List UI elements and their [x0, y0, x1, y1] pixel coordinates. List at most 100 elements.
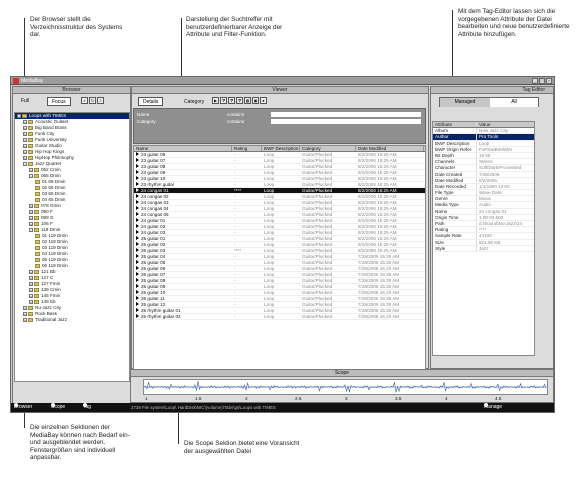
tag-value[interactable]: 24 congas 01 — [477, 209, 534, 214]
tag-value[interactable]: New Jazz City — [477, 128, 534, 133]
expand-icon[interactable]: + — [29, 287, 33, 292]
full-button[interactable]: Full — [17, 97, 33, 106]
play-triangle-icon[interactable] — [136, 176, 139, 180]
expand-icon[interactable]: − — [17, 113, 21, 118]
play-triangle-icon[interactable] — [136, 224, 139, 228]
tag-value[interactable]: Wave Data — [477, 190, 534, 195]
table-row[interactable]: 25 rhythm guitar 02 - Loop Guitar/Plucked 7/… — [134, 314, 425, 320]
play-triangle-icon[interactable] — [136, 230, 139, 234]
expand-icon[interactable]: + — [23, 311, 27, 316]
play-triangle-icon[interactable] — [136, 218, 139, 222]
results-list[interactable]: Name Rating BWF Description Category Date Mo… — [133, 145, 426, 395]
grid-icon[interactable]: ▦ — [244, 97, 251, 104]
tag-value[interactable]: Loop — [477, 141, 534, 146]
play-triangle-icon[interactable] — [136, 170, 139, 174]
expand-icon[interactable]: + — [23, 149, 27, 154]
column-header[interactable]: Name — [134, 146, 232, 151]
options-icon[interactable]: ≡ — [97, 97, 104, 104]
play-triangle-icon[interactable] — [136, 182, 139, 186]
play-triangle-icon[interactable] — [136, 278, 139, 282]
tag-table[interactable]: Attribute Value Album New Jazz City Author… — [432, 121, 535, 356]
tab-all[interactable]: All — [490, 98, 538, 107]
play-triangle-icon[interactable] — [136, 188, 139, 192]
filter-icon[interactable]: ⧩ — [220, 97, 227, 104]
play-triangle-icon[interactable] — [136, 248, 139, 252]
tag-value[interactable]: 921.60 KB — [477, 240, 534, 245]
play-triangle-icon[interactable] — [136, 284, 139, 288]
tag-value[interactable]: Jazz — [477, 246, 534, 251]
tag-value[interactable]: **** — [477, 227, 534, 232]
tree-item[interactable]: + Traditional Jazz — [15, 317, 129, 323]
tag-value[interactable]: Stereo — [477, 159, 534, 164]
col-value[interactable]: Value — [477, 122, 534, 127]
expand-icon[interactable]: + — [29, 281, 33, 286]
tag-value[interactable]: 8/2/2006 — [477, 178, 534, 183]
filter-value-input[interactable] — [271, 112, 421, 117]
play-icon[interactable]: ▶ — [212, 97, 219, 104]
play-triangle-icon[interactable] — [136, 290, 139, 294]
play-triangle-icon[interactable] — [136, 266, 139, 270]
expand-icon[interactable]: + — [29, 215, 33, 220]
focus-button[interactable]: Focus — [47, 97, 71, 106]
filter2-icon[interactable]: ⧩ — [228, 97, 235, 104]
scope-waveform[interactable] — [143, 379, 548, 395]
expand-icon[interactable]: + — [29, 275, 33, 280]
play-triangle-icon[interactable] — [136, 272, 139, 276]
filter-operator[interactable]: contains — [227, 118, 267, 125]
tag-value[interactable]: 1/1/1900 12:00 — [477, 184, 534, 189]
expand-icon[interactable]: + — [23, 155, 27, 160]
play-triangle-icon[interactable] — [136, 296, 139, 300]
filter-operator[interactable]: contains — [227, 111, 267, 118]
play-triangle-icon[interactable] — [136, 308, 139, 312]
expand-icon[interactable]: + — [23, 137, 27, 142]
filter-row[interactable]: Name contains — [134, 111, 425, 118]
expand-icon[interactable]: + — [29, 203, 33, 208]
play-triangle-icon[interactable] — [136, 314, 139, 318]
expand-icon[interactable]: + — [23, 317, 27, 322]
play-triangle-icon[interactable] — [136, 206, 139, 210]
expand-icon[interactable]: + — [29, 269, 33, 274]
expand-icon[interactable]: + — [29, 221, 33, 226]
expand-icon[interactable]: + — [29, 293, 33, 298]
filter-field[interactable]: Category — [137, 118, 227, 125]
tag-value[interactable]: 7/28/2006 — [477, 172, 534, 177]
expand-icon[interactable]: + — [23, 119, 27, 124]
filter-field[interactable]: Name — [137, 111, 227, 118]
refresh-icon[interactable]: ↻ — [89, 97, 96, 104]
play-triangle-icon[interactable] — [136, 152, 139, 156]
play-triangle-icon[interactable] — [136, 242, 139, 246]
tag-value[interactable]: 1:00:03.600 — [477, 215, 534, 220]
column-header[interactable]: Date Modified — [356, 146, 424, 151]
tag-value[interactable]: d:\Sound\Nu-Jazz\24 — [477, 221, 534, 226]
play-triangle-icon[interactable] — [136, 158, 139, 162]
play-triangle-icon[interactable] — [136, 194, 139, 198]
expand-icon[interactable]: + — [29, 209, 33, 214]
expand-icon[interactable]: + — [23, 131, 27, 136]
info-icon[interactable]: ● — [260, 97, 267, 104]
play-triangle-icon[interactable] — [136, 260, 139, 264]
expand-icon[interactable]: − — [29, 173, 33, 178]
column-header[interactable]: BWF Description — [262, 146, 300, 151]
play-triangle-icon[interactable] — [136, 164, 139, 168]
tag-value[interactable]: Pro Tools — [477, 134, 534, 139]
expand-icon[interactable]: + — [29, 167, 33, 172]
tag-value[interactable]: FxPSwiBmW3N — [477, 147, 534, 152]
expand-icon[interactable]: + — [23, 125, 27, 130]
filter-row[interactable]: Category contains — [134, 118, 425, 125]
expand-icon[interactable]: − — [23, 161, 27, 166]
column-header[interactable]: Rating — [232, 146, 262, 151]
browser-tree[interactable]: − Loops with TIMES + Acoustic Guitars + Big B… — [14, 112, 130, 382]
play-triangle-icon[interactable] — [136, 302, 139, 306]
tag-value[interactable]: 44100 — [477, 233, 534, 238]
tag-value[interactable]: 16 bit — [477, 153, 534, 158]
filter3-icon[interactable]: ⧩ — [236, 97, 243, 104]
expand-icon[interactable]: − — [29, 227, 33, 232]
minimize-icon[interactable]: _ — [532, 78, 538, 84]
tag-value[interactable]: Music — [477, 196, 534, 201]
play-triangle-icon[interactable] — [136, 200, 139, 204]
close-icon[interactable]: × — [546, 78, 552, 84]
filter-value-input[interactable] — [271, 119, 421, 124]
col-attribute[interactable]: Attribute — [433, 122, 477, 128]
search-icon[interactable]: ⌕ — [81, 97, 88, 104]
expand-icon[interactable]: + — [23, 305, 27, 310]
